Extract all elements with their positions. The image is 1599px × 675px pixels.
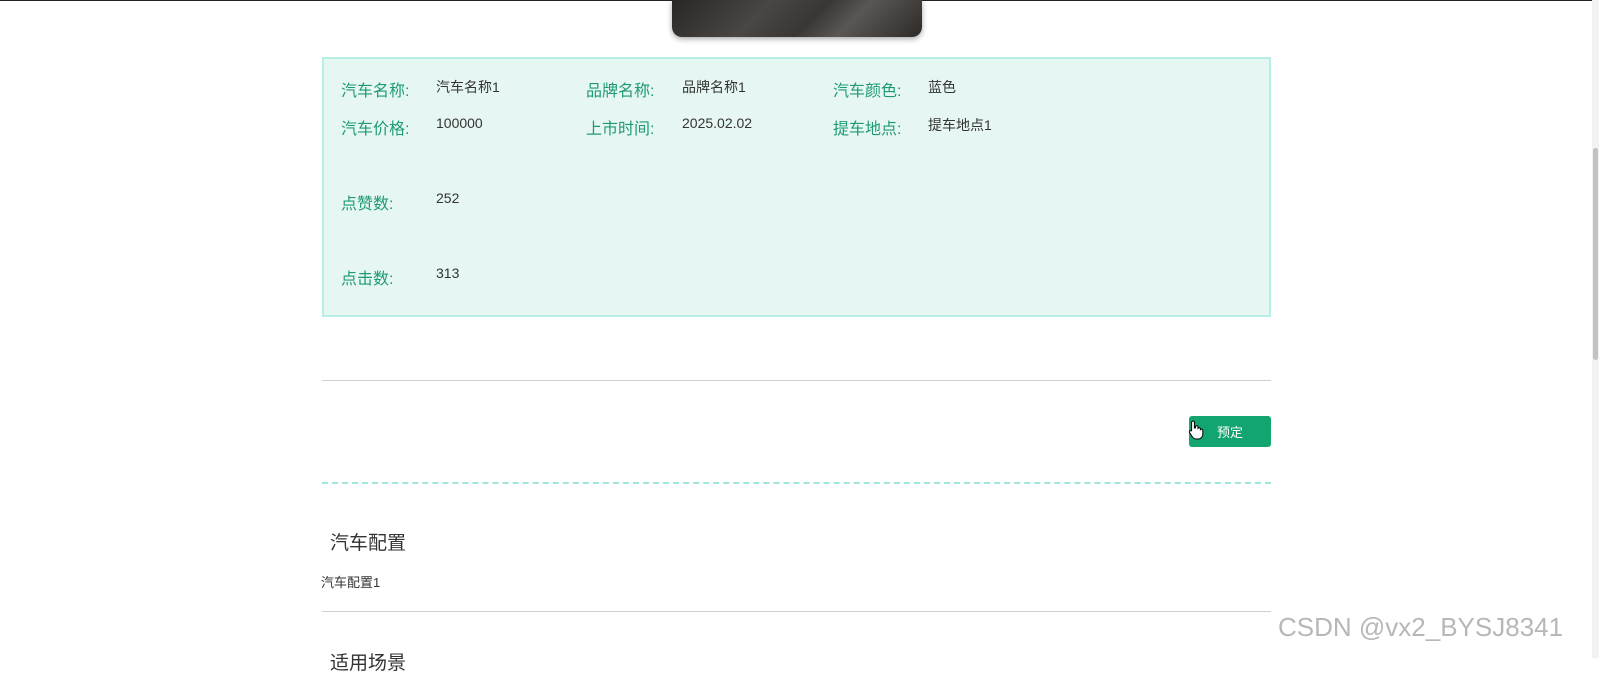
- usage-section-title: 适用场景: [330, 653, 407, 674]
- likes-value: 252: [436, 190, 460, 206]
- car-name-value: 汽车名称1: [436, 79, 500, 95]
- car-price-label: 汽车价格:: [341, 121, 410, 138]
- clicks-value: 313: [436, 265, 460, 281]
- clicks-label: 点击数:: [341, 271, 394, 288]
- dashed-divider: [322, 482, 1271, 484]
- hand-pointer-icon: [1188, 420, 1204, 440]
- car-image: [672, 0, 922, 37]
- config-section-body: 汽车配置1: [321, 575, 381, 590]
- divider: [322, 611, 1271, 612]
- scrollbar-thumb[interactable]: [1593, 148, 1598, 360]
- brand-name-label: 品牌名称:: [586, 83, 655, 100]
- car-price-value: 100000: [436, 115, 483, 131]
- car-info-panel: 汽车名称: 汽车名称1 品牌名称: 品牌名称1 汽车颜色: 蓝色 汽车价格: 1…: [322, 57, 1271, 317]
- car-name-label: 汽车名称:: [341, 83, 410, 100]
- divider: [322, 380, 1271, 381]
- config-section-title: 汽车配置: [330, 533, 407, 554]
- likes-label: 点赞数:: [341, 196, 394, 213]
- pickup-location-value: 提车地点1: [928, 117, 992, 133]
- car-color-value: 蓝色: [928, 79, 956, 95]
- pickup-location-label: 提车地点:: [833, 121, 902, 138]
- brand-name-value: 品牌名称1: [682, 79, 746, 95]
- release-date-value: 2025.02.02: [682, 115, 753, 131]
- release-date-label: 上市时间:: [586, 121, 655, 138]
- watermark: CSDN @vx2_BYSJ8341: [1278, 612, 1564, 642]
- car-color-label: 汽车颜色:: [833, 83, 902, 100]
